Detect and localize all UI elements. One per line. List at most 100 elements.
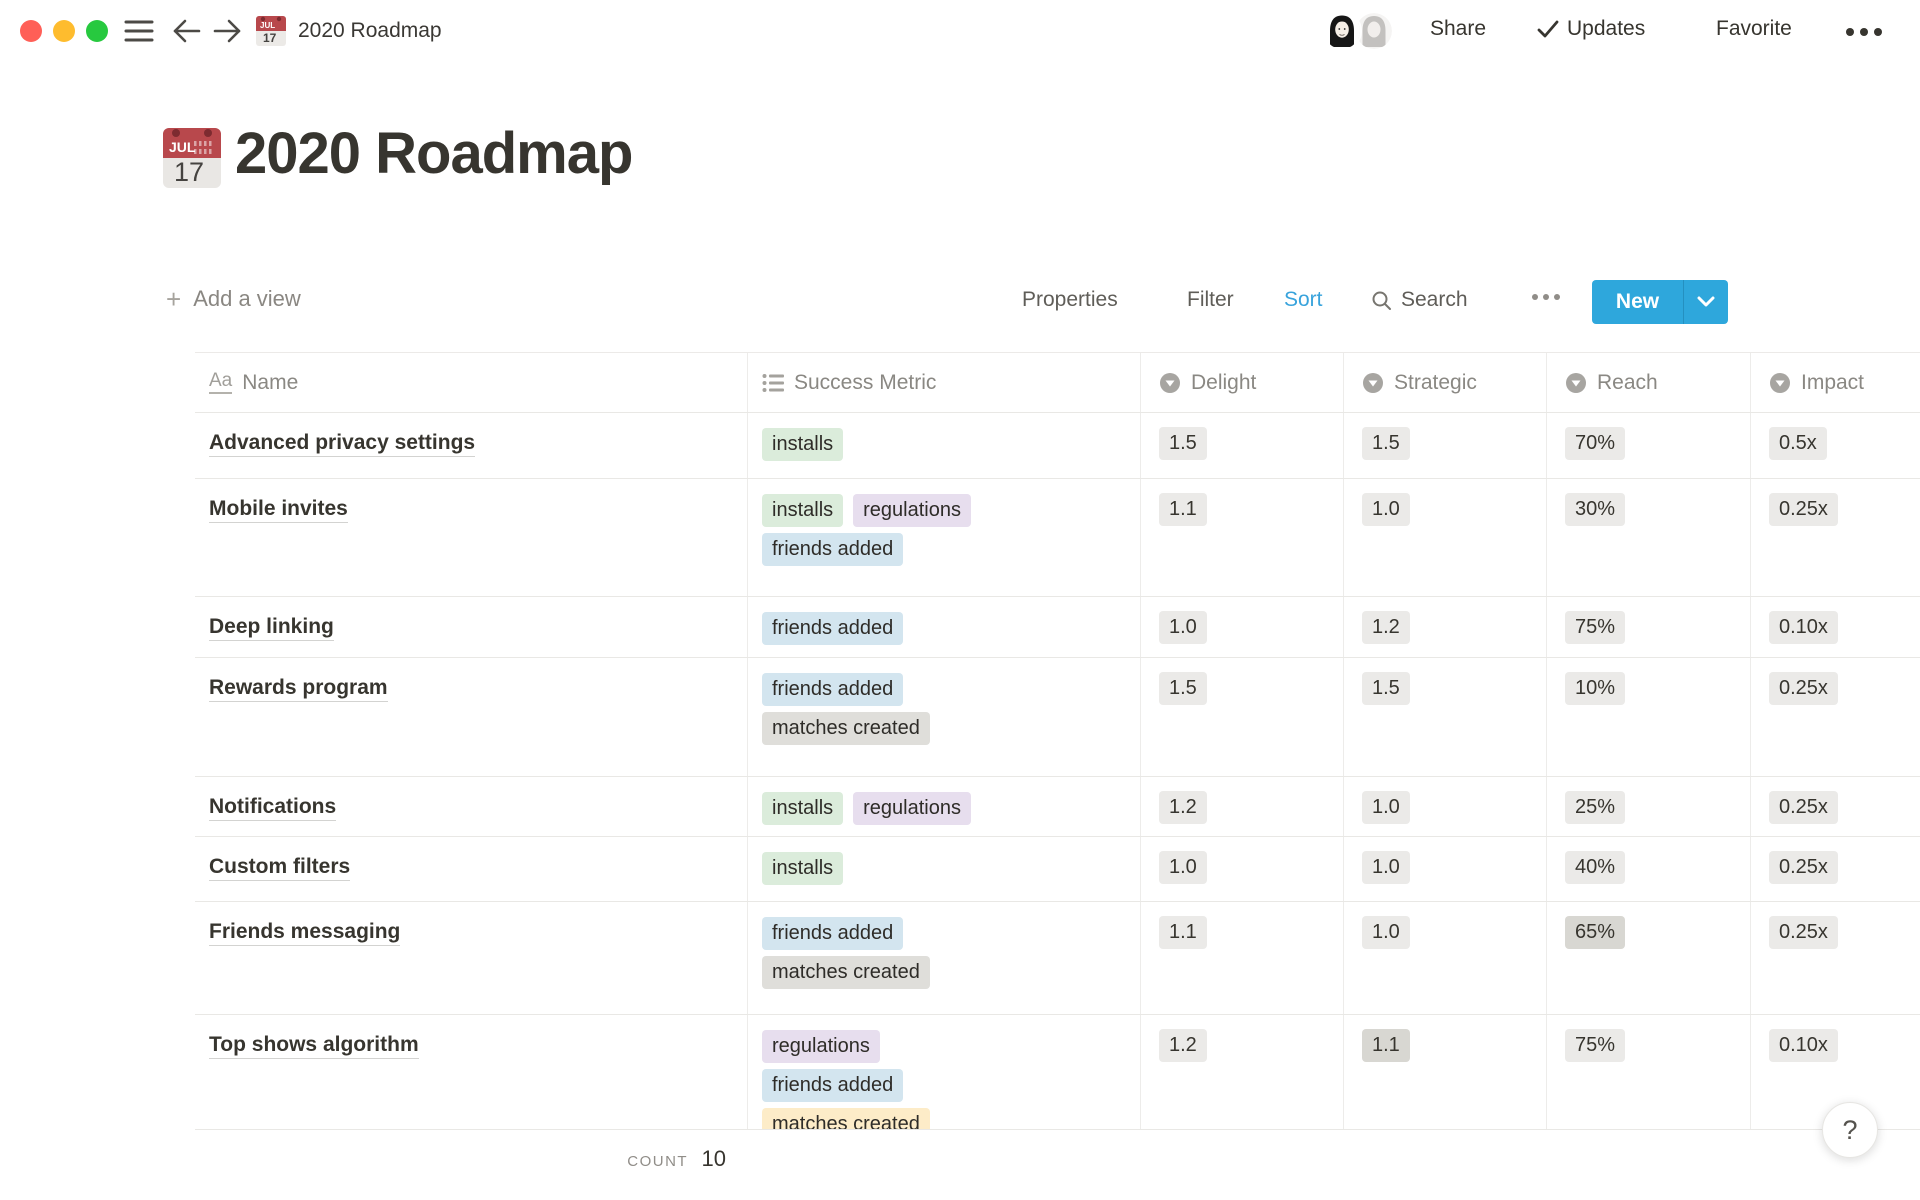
success-metric-cell[interactable]: installs bbox=[748, 413, 1141, 478]
reach-cell[interactable]: 70% bbox=[1547, 413, 1751, 478]
reach-cell[interactable]: 65% bbox=[1547, 902, 1751, 1014]
delight-cell[interactable]: 1.0 bbox=[1141, 837, 1344, 901]
success-metric-cell[interactable]: friends addedmatches created bbox=[748, 902, 1141, 1014]
table-row: Deep linking friends added1.01.275% 0.10x bbox=[195, 597, 1920, 658]
table-row: Rewards program friends addedmatches crea… bbox=[195, 658, 1920, 777]
more-options-icon[interactable] bbox=[1846, 22, 1882, 42]
forward-arrow-icon[interactable] bbox=[210, 16, 244, 46]
updates-label: Updates bbox=[1567, 17, 1645, 41]
impact-cell[interactable]: 0.10x bbox=[1751, 597, 1920, 657]
share-button[interactable]: Share bbox=[1430, 17, 1486, 41]
reach-cell[interactable]: 75% bbox=[1547, 597, 1751, 657]
new-record-button[interactable]: New bbox=[1592, 280, 1728, 324]
success-metric-cell[interactable]: friends added bbox=[748, 597, 1141, 657]
success-metric-cell[interactable]: installsregulationsfriends added bbox=[748, 479, 1141, 596]
impact-cell[interactable]: 0.25x bbox=[1751, 777, 1920, 836]
row-page-link[interactable]: Advanced privacy settings bbox=[209, 431, 475, 457]
delight-cell[interactable]: 1.1 bbox=[1141, 479, 1344, 596]
impact-cell[interactable]: 0.25x bbox=[1751, 479, 1920, 596]
impact-cell[interactable]: 0.25x bbox=[1751, 902, 1920, 1014]
impact-cell[interactable]: 0.5x bbox=[1751, 413, 1920, 478]
view-toolbar: + Add a view Properties Filter Sort Sear… bbox=[0, 280, 1920, 324]
delight-cell[interactable]: 1.2 bbox=[1141, 1015, 1344, 1129]
row-page-link[interactable]: Custom filters bbox=[209, 855, 350, 881]
impact-cell[interactable]: 0.25x bbox=[1751, 837, 1920, 901]
delight-cell[interactable]: 1.2 bbox=[1141, 777, 1344, 836]
sidebar-menu-icon[interactable] bbox=[122, 16, 156, 46]
view-more-options-icon[interactable] bbox=[1532, 294, 1560, 300]
properties-button[interactable]: Properties bbox=[1022, 288, 1118, 312]
row-page-link[interactable]: Friends messaging bbox=[209, 920, 400, 946]
delight-cell[interactable]: 1.0 bbox=[1141, 597, 1344, 657]
success-metric-cell[interactable]: regulationsfriends addedmatches created bbox=[748, 1015, 1141, 1129]
name-cell[interactable]: Top shows algorithm bbox=[195, 1015, 748, 1129]
strategic-cell[interactable]: 1.0 bbox=[1344, 777, 1547, 836]
reach-cell[interactable]: 25% bbox=[1547, 777, 1751, 836]
breadcrumb-doc-title[interactable]: 2020 Roadmap bbox=[298, 19, 442, 43]
column-header-success-metric[interactable]: Success Metric bbox=[748, 353, 1141, 412]
success-metric-cell[interactable]: friends addedmatches created bbox=[748, 658, 1141, 776]
search-icon bbox=[1371, 290, 1392, 311]
strategic-cell[interactable]: 1.5 bbox=[1344, 658, 1547, 776]
row-page-link[interactable]: Notifications bbox=[209, 795, 336, 821]
add-view-button[interactable]: + Add a view bbox=[166, 286, 301, 312]
number-badge: 0.10x bbox=[1769, 611, 1838, 644]
column-header-delight[interactable]: Delight bbox=[1141, 353, 1344, 412]
close-window-button[interactable] bbox=[20, 20, 42, 42]
name-cell[interactable]: Friends messaging bbox=[195, 902, 748, 1014]
table-body: Advanced privacy settingsinstalls1.51.57… bbox=[195, 413, 1920, 1130]
page-title[interactable]: 2020 Roadmap bbox=[235, 120, 632, 187]
row-page-link[interactable]: Deep linking bbox=[209, 615, 334, 641]
plus-icon: + bbox=[166, 288, 181, 310]
column-header-strategic[interactable]: Strategic bbox=[1344, 353, 1547, 412]
zoom-window-button[interactable] bbox=[86, 20, 108, 42]
row-page-link[interactable]: Rewards program bbox=[209, 676, 388, 702]
name-cell[interactable]: Rewards program bbox=[195, 658, 748, 776]
row-page-link[interactable]: Top shows algorithm bbox=[209, 1033, 419, 1059]
strategic-cell[interactable]: 1.1 bbox=[1344, 1015, 1547, 1129]
back-arrow-icon[interactable] bbox=[170, 16, 204, 46]
number-badge: 1.5 bbox=[1362, 672, 1410, 705]
table-row: Top shows algorithm regulationsfriends ad… bbox=[195, 1015, 1920, 1130]
updates-button[interactable]: Updates bbox=[1537, 17, 1645, 41]
table-footer[interactable]: COUNT 10 bbox=[195, 1130, 748, 1172]
name-cell[interactable]: Custom filters bbox=[195, 837, 748, 901]
success-metric-cell[interactable]: installsregulations bbox=[748, 777, 1141, 836]
impact-cell[interactable]: 0.25x bbox=[1751, 658, 1920, 776]
reach-cell[interactable]: 30% bbox=[1547, 479, 1751, 596]
column-header-impact[interactable]: Impact bbox=[1751, 353, 1920, 412]
name-cell[interactable]: Deep linking bbox=[195, 597, 748, 657]
reach-cell[interactable]: 40% bbox=[1547, 837, 1751, 901]
minimize-window-button[interactable] bbox=[53, 20, 75, 42]
delight-cell[interactable]: 1.1 bbox=[1141, 902, 1344, 1014]
name-cell[interactable]: Mobile invites bbox=[195, 479, 748, 596]
help-button[interactable]: ? bbox=[1822, 1102, 1878, 1158]
search-button[interactable]: Search bbox=[1371, 288, 1468, 312]
strategic-cell[interactable]: 1.2 bbox=[1344, 597, 1547, 657]
name-cell[interactable]: Advanced privacy settings bbox=[195, 413, 748, 478]
notion-window: JUL 17 2020 Roadmap Share Updates Favori… bbox=[0, 0, 1920, 1200]
sort-button[interactable]: Sort bbox=[1284, 288, 1323, 312]
column-header-reach[interactable]: Reach bbox=[1547, 353, 1751, 412]
strategic-cell[interactable]: 1.0 bbox=[1344, 837, 1547, 901]
filter-button[interactable]: Filter bbox=[1187, 288, 1234, 312]
favorite-button[interactable]: Favorite bbox=[1716, 17, 1792, 41]
page-calendar-icon[interactable]: JUL 17 bbox=[163, 124, 221, 188]
strategic-cell[interactable]: 1.5 bbox=[1344, 413, 1547, 478]
delight-cell[interactable]: 1.5 bbox=[1141, 658, 1344, 776]
new-button-label[interactable]: New bbox=[1592, 280, 1684, 324]
delight-cell[interactable]: 1.5 bbox=[1141, 413, 1344, 478]
name-cell[interactable]: Notifications bbox=[195, 777, 748, 836]
metric-tag: matches created bbox=[762, 712, 930, 745]
strategic-cell[interactable]: 1.0 bbox=[1344, 479, 1547, 596]
reach-cell[interactable]: 10% bbox=[1547, 658, 1751, 776]
strategic-cell[interactable]: 1.0 bbox=[1344, 902, 1547, 1014]
chevron-down-icon[interactable] bbox=[1684, 280, 1728, 324]
reach-cell[interactable]: 75% bbox=[1547, 1015, 1751, 1129]
column-header-name[interactable]: Aa Name bbox=[195, 353, 748, 412]
success-metric-cell[interactable]: installs bbox=[748, 837, 1141, 901]
number-badge: 0.25x bbox=[1769, 672, 1838, 705]
avatar bbox=[1322, 11, 1362, 51]
row-page-link[interactable]: Mobile invites bbox=[209, 497, 348, 523]
collaborator-avatars[interactable] bbox=[1322, 10, 1410, 52]
